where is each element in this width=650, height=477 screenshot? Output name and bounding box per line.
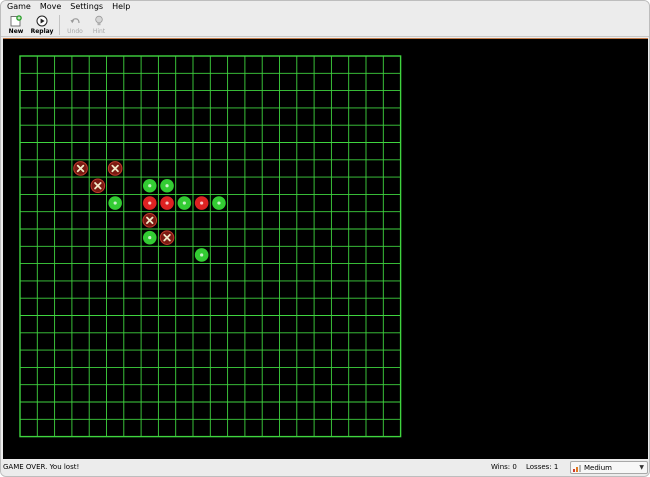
red-piece [160, 196, 174, 210]
toolbar: New Replay Undo Hint [1, 13, 649, 37]
menu-help[interactable]: Help [112, 1, 130, 13]
red-piece [142, 196, 157, 210]
green-piece [212, 196, 226, 210]
play-icon [36, 15, 48, 27]
green-piece [177, 196, 192, 210]
x-mark-piece [159, 230, 175, 245]
chevron-down-icon: ▼ [639, 464, 644, 471]
status-message: GAME OVER. You lost! [3, 463, 80, 471]
difficulty-select[interactable]: Medium ▼ [570, 461, 648, 474]
green-piece [194, 248, 209, 262]
app-window: Game Move Settings Help New Replay Undo … [0, 0, 650, 477]
green-piece [108, 196, 122, 210]
replay-button[interactable]: Replay [29, 13, 55, 37]
wins-counter: Wins: 0 [491, 463, 517, 471]
replay-button-label: Replay [30, 28, 54, 35]
toolbar-separator [59, 15, 60, 35]
x-mark-piece [107, 161, 123, 176]
x-mark-piece [90, 178, 106, 194]
losses-counter: Losses: 1 [526, 463, 559, 471]
new-button[interactable]: New [5, 13, 27, 37]
undo-button[interactable]: Undo [64, 13, 86, 37]
x-mark-piece [142, 213, 158, 228]
menu-bar: Game Move Settings Help [1, 1, 649, 13]
difficulty-bars-icon [573, 464, 581, 472]
new-game-icon [10, 15, 22, 27]
new-button-label: New [8, 28, 24, 35]
status-bar: GAME OVER. You lost! Wins: 0 Losses: 1 M… [1, 460, 649, 476]
menu-settings[interactable]: Settings [70, 1, 103, 13]
green-piece [142, 178, 157, 193]
difficulty-value: Medium [584, 463, 612, 472]
hint-button[interactable]: Hint [88, 13, 110, 37]
menu-move[interactable]: Move [40, 1, 61, 13]
game-board[interactable] [3, 39, 648, 460]
game-board-area[interactable] [3, 38, 648, 459]
hint-button-label: Hint [92, 28, 106, 35]
undo-button-label: Undo [67, 28, 83, 35]
green-piece [142, 230, 157, 245]
green-piece [160, 178, 174, 193]
menu-game[interactable]: Game [7, 1, 31, 13]
x-mark-piece [73, 161, 88, 176]
lightbulb-icon [95, 15, 103, 26]
undo-icon [70, 18, 80, 24]
red-piece [194, 196, 209, 210]
